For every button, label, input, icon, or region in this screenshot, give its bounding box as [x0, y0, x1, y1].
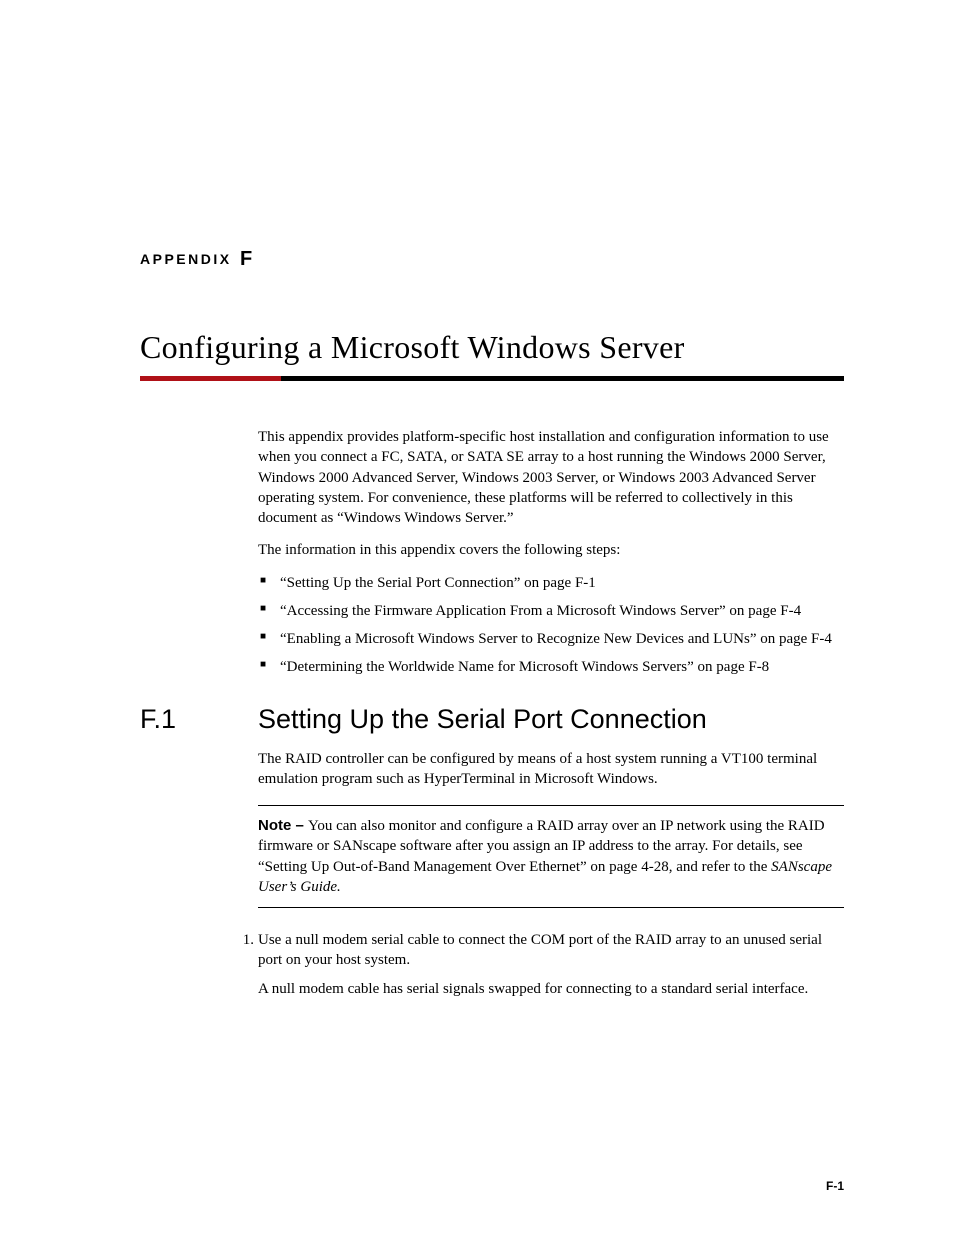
- list-item: “Determining the Worldwide Name for Micr…: [258, 657, 844, 677]
- step-item: 1.Use a null modem serial cable to conne…: [236, 930, 844, 999]
- appendix-prefix: APPENDIX: [140, 251, 232, 267]
- coverage-intro: The information in this appendix covers …: [258, 540, 844, 560]
- title-rule: [140, 376, 844, 381]
- list-item: “Accessing the Firmware Application From…: [258, 601, 844, 621]
- page-title: Configuring a Microsoft Windows Server: [140, 329, 844, 366]
- note-label: Note –: [258, 817, 308, 834]
- appendix-letter: F: [240, 248, 252, 270]
- list-item: “Setting Up the Serial Port Connection” …: [258, 573, 844, 593]
- body-content: This appendix provides platform-specific…: [258, 427, 844, 678]
- list-item: “Enabling a Microsoft Windows Server to …: [258, 629, 844, 649]
- section-paragraph: The RAID controller can be configured by…: [258, 749, 844, 790]
- step-text: Use a null modem serial cable to connect…: [258, 932, 822, 968]
- appendix-label: APPENDIX F: [140, 248, 844, 271]
- intro-paragraph: This appendix provides platform-specific…: [258, 427, 844, 528]
- topic-list: “Setting Up the Serial Port Connection” …: [258, 573, 844, 678]
- section-body: The RAID controller can be configured by…: [258, 749, 844, 909]
- section-number: F.1: [140, 704, 258, 735]
- step-subtext: A null modem cable has serial signals sw…: [258, 979, 844, 999]
- step-number: 1.: [236, 930, 254, 950]
- note-box: Note – You can also monitor and configur…: [258, 805, 844, 908]
- section-title: Setting Up the Serial Port Connection: [258, 704, 707, 735]
- page-number: F-1: [826, 1179, 844, 1193]
- note-body: You can also monitor and configure a RAI…: [258, 818, 825, 875]
- section-heading: F.1 Setting Up the Serial Port Connectio…: [140, 704, 844, 735]
- document-page: APPENDIX F Configuring a Microsoft Windo…: [0, 0, 954, 999]
- steps-block: 1.Use a null modem serial cable to conne…: [236, 930, 844, 999]
